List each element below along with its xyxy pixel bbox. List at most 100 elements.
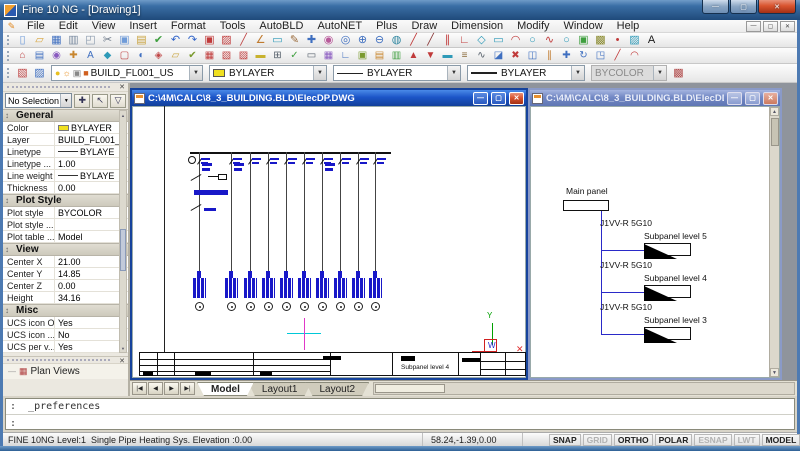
layout-tab[interactable]: Layout2 [305, 382, 369, 396]
palette-grip[interactable]: ✕ [3, 83, 128, 92]
plan-views-grip[interactable]: ✕ [3, 356, 128, 364]
status-toggle[interactable]: ESNAP [694, 434, 731, 446]
scrollbar-thumb[interactable] [771, 118, 779, 146]
arc-icon[interactable]: ◠ [507, 34, 524, 47]
move-icon[interactable]: ✚ [558, 49, 575, 62]
insert-ref-icon[interactable]: ◪ [490, 49, 507, 62]
menu-item[interactable]: Insert [122, 20, 164, 33]
layer-on-icon[interactable]: ● [55, 69, 60, 78]
maximize-button[interactable]: ▢ [745, 92, 760, 105]
chevron-down-icon[interactable]: ▼ [571, 66, 584, 80]
building-icon[interactable]: ⌂ [14, 49, 31, 62]
move-floor-icon[interactable]: ✚ [65, 49, 82, 62]
toolbar-grip[interactable] [7, 68, 11, 78]
match-properties-icon[interactable]: ▩ [670, 67, 687, 80]
section-header[interactable]: ↕ View [3, 243, 128, 256]
menu-item[interactable]: AutoBLD [252, 20, 310, 33]
cad-block-icon[interactable]: ▣ [354, 49, 371, 62]
check-node-icon[interactable]: ✓ [286, 49, 303, 62]
status-toggle[interactable]: LWT [734, 434, 760, 446]
horizontal-scrollbar[interactable] [373, 382, 795, 395]
layer-freeze-icon[interactable]: ☼ [62, 69, 70, 78]
levels-icon[interactable]: ▬ [439, 49, 456, 62]
rect-outline-icon[interactable]: ▭ [303, 49, 320, 62]
close-icon[interactable]: ✕ [119, 357, 125, 365]
fillet-icon[interactable]: ◠ [626, 49, 643, 62]
tab-nav-button[interactable]: ◀ [148, 382, 163, 395]
zoom-out-icon[interactable]: ⊖ [371, 34, 388, 47]
title-bar[interactable]: Fine 10 NG - [Drawing1] — ▢ ✕ [0, 0, 800, 20]
chevron-down-icon[interactable]: ▼ [189, 66, 202, 80]
copy-icon[interactable]: ▣ [116, 34, 133, 47]
property-row[interactable]: Center X 21.00 [3, 256, 128, 268]
scrollbar-thumb[interactable] [375, 384, 445, 393]
block-red-icon[interactable]: ▧ [218, 49, 235, 62]
linetype-combobox[interactable]: BYLAYER ▼ [333, 65, 461, 81]
tab-nav-button[interactable]: ▶| [180, 382, 195, 395]
property-row[interactable]: UCS icon ... No [3, 329, 128, 341]
toolbar-grip[interactable] [7, 51, 11, 61]
property-row[interactable]: Layer BUILD_FL001_ [3, 134, 128, 146]
rectangle-icon[interactable]: ▭ [490, 34, 507, 47]
menu-item[interactable]: Help [610, 20, 647, 33]
status-toggle[interactable]: ORTHO [614, 434, 653, 446]
layer-lock-icon[interactable]: ▣ [73, 69, 82, 78]
down-level-icon[interactable]: ▼ [422, 49, 439, 62]
scroll-down-icon[interactable]: ▼ [770, 368, 779, 377]
zoom-window-icon[interactable]: ◎ [337, 34, 354, 47]
property-row[interactable]: UCS icon On Yes [3, 317, 128, 329]
construction-line-icon[interactable]: ╱ [422, 34, 439, 47]
save-icon[interactable]: ▦ [48, 34, 65, 47]
close-button[interactable]: ✕ [763, 92, 778, 105]
tab-nav-button[interactable]: |◀ [132, 382, 147, 395]
spline-icon[interactable]: ∿ [541, 34, 558, 47]
ellipse-icon[interactable]: ○ [558, 34, 575, 47]
mirror-icon[interactable]: ◫ [524, 49, 541, 62]
pan-icon[interactable]: ✚ [303, 34, 320, 47]
multiline-icon[interactable]: ∥ [439, 34, 456, 47]
view-3d-icon[interactable]: ◈ [150, 49, 167, 62]
menu-item[interactable]: Plus [369, 20, 404, 33]
coordinates-display[interactable]: 58.24,-1.39,0.00 [423, 433, 523, 446]
color-combobox[interactable]: BYLAYER ▼ [209, 65, 327, 81]
scroll-down-icon[interactable]: ▼ [120, 344, 126, 352]
chevron-down-icon[interactable]: ▼ [60, 94, 71, 107]
layer-combobox[interactable]: ● ☼ ▣ ■ BUILD_FL001_US ▼ [51, 65, 203, 81]
print-preview-icon[interactable]: ◰ [82, 34, 99, 47]
doc-close-button[interactable]: ✕ [780, 21, 795, 32]
status-toggle[interactable]: MODEL [762, 434, 800, 446]
measure-area-icon[interactable]: ▭ [269, 34, 286, 47]
sketch-icon[interactable]: ✎ [286, 34, 303, 47]
layout-edit-icon[interactable]: ▨ [218, 34, 235, 47]
menu-item[interactable]: Format [164, 20, 213, 33]
grip-icon[interactable]: ◆ [99, 49, 116, 62]
measure-angle-icon[interactable]: ∠ [252, 34, 269, 47]
doc-restore-button[interactable]: ▢ [763, 21, 778, 32]
cut-icon[interactable]: ✂ [99, 34, 116, 47]
close-button[interactable]: ✕ [758, 0, 796, 14]
line-icon[interactable]: ╱ [405, 34, 422, 47]
menu-item[interactable]: Window [557, 20, 610, 33]
layer-manager-icon[interactable]: ▧ [14, 67, 31, 80]
status-toggle[interactable]: SNAP [549, 434, 581, 446]
property-row[interactable]: Plot table ... Model [3, 231, 128, 243]
select-objects-button[interactable]: ↖ [92, 94, 108, 108]
property-row[interactable]: Linetype ... 1.00 [3, 158, 128, 170]
property-row[interactable]: Thickness 0.00 [3, 182, 128, 194]
window-icon[interactable]: ▢ [116, 49, 133, 62]
paste-icon[interactable]: ▤ [133, 34, 150, 47]
measure-distance-icon[interactable]: ╱ [235, 34, 252, 47]
table-icon[interactable]: ▦ [320, 49, 337, 62]
layout-check-icon[interactable]: ▣ [201, 34, 218, 47]
polyline-icon[interactable]: ∟ [456, 34, 473, 47]
property-row[interactable]: Linetype BYLAYE [3, 146, 128, 158]
property-row[interactable]: Center Z 0.00 [3, 280, 128, 292]
property-row[interactable]: Height 34.16 [3, 292, 128, 304]
hatch-icon[interactable]: ▨ [626, 34, 643, 47]
yellow-bar-icon[interactable]: ▬ [252, 49, 269, 62]
up-level-icon[interactable]: ▲ [405, 49, 422, 62]
erase-icon[interactable]: ✖ [507, 49, 524, 62]
elecdp-title-bar[interactable]: C:\4M\CALC\8_3_BUILDING.BLD\ElecDP.DWG —… [132, 90, 526, 106]
section-header[interactable]: ↕ Plot Style [3, 194, 128, 207]
status-toggle[interactable]: POLAR [655, 434, 693, 446]
